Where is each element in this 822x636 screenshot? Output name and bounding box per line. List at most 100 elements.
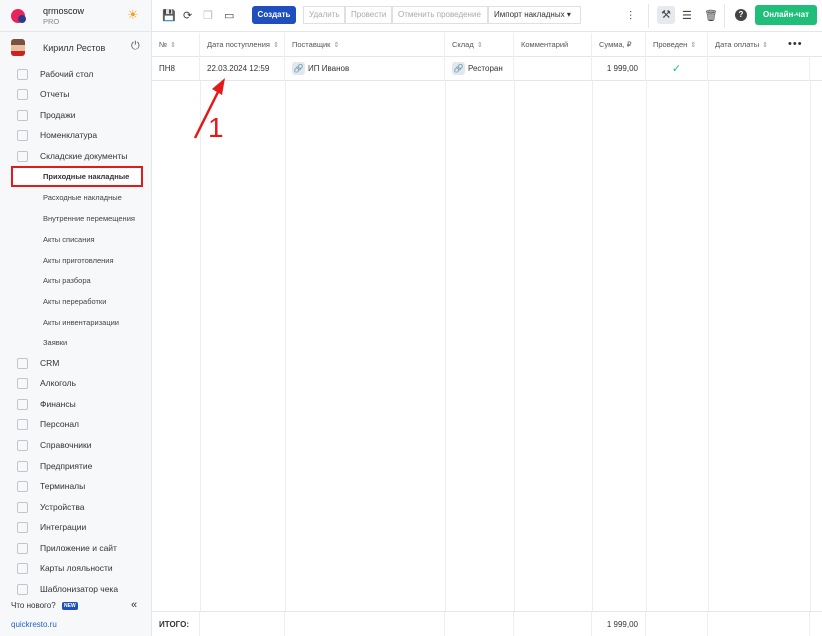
import-label: Импорт накладных [494, 10, 565, 19]
sidebar-item-enterprise[interactable]: Предприятие [0, 456, 152, 476]
sidebar-item-label: Устройства [40, 502, 85, 512]
column-header-label: Сумма, ₽ [599, 40, 632, 49]
column-header-date[interactable]: Дата поступления ⇕ [200, 33, 285, 57]
sidebar-subitem-internal-transfers[interactable]: Внутренние перемещения [0, 208, 152, 228]
delete-button[interactable]: Удалить [303, 6, 345, 24]
sidebar-subitem-cooking-acts[interactable]: Акты приготовления [0, 250, 152, 270]
column-header-sum[interactable]: Сумма, ₽ [592, 33, 646, 57]
sidebar: qrmoscow PRO ☀ Кирилл Рестов ⏻ Рабочий с… [0, 0, 152, 636]
sidebar-subitem-processing-acts[interactable]: Акты переработки [0, 291, 152, 311]
supplier-name[interactable]: ИП Иванов [308, 64, 349, 73]
trash-icon[interactable]: 🗑 [704, 8, 718, 24]
table-header: № ⇕ Дата поступления ⇕ Поставщик ⇕ Склад ⇕ К… [152, 33, 822, 57]
sidebar-item-crm[interactable]: CRM [0, 353, 152, 373]
sidebar-item-loyalty-cards[interactable]: Карты лояльности [0, 558, 152, 578]
link-icon[interactable]: 🔗 [452, 62, 465, 76]
sidebar-subitem-writeoff-acts[interactable]: Акты списания [0, 229, 152, 249]
sidebar-item-app-and-site[interactable]: Приложение и сайт [0, 538, 152, 558]
whats-new-link[interactable]: Что нового? [11, 601, 56, 610]
column-divider [810, 81, 811, 612]
cell-sum: 1 999,00 [592, 57, 646, 81]
sidebar-item-nomenclature[interactable]: Номенклатура [0, 125, 152, 145]
sidebar-item-devices[interactable]: Устройства [0, 497, 152, 517]
column-divider [445, 81, 446, 612]
receipt-icon [17, 584, 28, 595]
sidebar-subitem-label: Акты разбора [43, 276, 91, 285]
sun-icon[interactable]: ☀ [127, 8, 139, 21]
sort-icon: ⇕ [333, 42, 340, 49]
sidebar-subitem-incoming-invoices[interactable]: Приходные накладные [11, 166, 143, 187]
sidebar-item-finance[interactable]: Финансы [0, 394, 152, 414]
sidebar-subitem-outgoing-invoices[interactable]: Расходные накладные [0, 187, 152, 207]
sidebar-subitem-label: Заявки [43, 338, 68, 347]
list-icon[interactable]: ☰ [682, 8, 692, 24]
unpost-button[interactable]: Отменить проведение [392, 6, 488, 24]
app-icon [17, 543, 28, 554]
column-header-number[interactable]: № ⇕ [152, 33, 200, 57]
sidebar-item-receipt-templates[interactable]: Шаблонизатор чека [0, 579, 152, 599]
online-chat-button[interactable]: Онлайн-чат [755, 5, 817, 25]
sidebar-item-reports[interactable]: Отчеты [0, 84, 152, 104]
save-icon[interactable]: 💾 [162, 8, 176, 24]
column-settings-icon[interactable]: ⫶ [629, 8, 632, 24]
sidebar-item-label: Шаблонизатор чека [40, 584, 119, 594]
column-header-label: Комментарий [521, 40, 569, 49]
post-button[interactable]: Провести [345, 6, 392, 24]
sidebar-subitem-inventory-acts[interactable]: Акты инвентаризации [0, 312, 152, 332]
column-header-label: № [159, 40, 168, 49]
avatar[interactable] [11, 39, 25, 56]
sidebar-item-label: Складские документы [40, 151, 128, 161]
toolbar-divider [648, 4, 649, 28]
sidebar-item-label: Предприятие [40, 461, 93, 471]
tools-icon[interactable]: ⚒ [657, 6, 675, 24]
column-header-warehouse[interactable]: Склад ⇕ [445, 33, 514, 57]
sidebar-item-sales[interactable]: Продажи [0, 105, 152, 125]
column-header-supplier[interactable]: Поставщик ⇕ [285, 33, 445, 57]
sidebar-item-terminals[interactable]: Терминалы [0, 476, 152, 496]
tag-icon [17, 130, 28, 141]
refresh-icon[interactable]: ⟳ [183, 8, 192, 24]
sidebar-item-integrations[interactable]: Интеграции [0, 517, 152, 537]
warehouse-name[interactable]: Ресторан [468, 64, 503, 73]
table-row[interactable]: ПН8 22.03.2024 12:59 🔗 ИП Иванов 🔗 Рестора… [152, 57, 822, 81]
inbox-icon[interactable]: ▭ [224, 8, 234, 24]
sidebar-subitem-label: Расходные накладные [43, 193, 122, 202]
column-header-comment[interactable]: Комментарий [514, 33, 592, 57]
sidebar-item-dashboard[interactable]: Рабочий стол [0, 64, 152, 84]
column-header-posted[interactable]: Проведен ⇕ [646, 33, 708, 57]
column-divider [708, 81, 709, 612]
import-dropdown[interactable]: Импорт накладных ▾ [488, 6, 581, 24]
column-divider [285, 81, 286, 612]
sidebar-subitem-requests[interactable]: Заявки [0, 332, 152, 352]
sidebar-subitem-label: Акты переработки [43, 297, 107, 306]
user-name: Кирилл Рестов [43, 43, 106, 53]
invoices-table: № ⇕ Дата поступления ⇕ Поставщик ⇕ Склад ⇕ К… [152, 33, 822, 636]
device-icon [17, 502, 28, 513]
sidebar-subitem-disassembly-acts[interactable]: Акты разбора [0, 270, 152, 290]
link-icon[interactable]: 🔗 [292, 62, 305, 76]
integration-icon [17, 522, 28, 533]
sidebar-item-staff[interactable]: Персонал [0, 414, 152, 434]
sidebar-item-label: Интеграции [40, 522, 87, 532]
glass-icon [17, 378, 28, 389]
sidebar-item-alcohol[interactable]: Алкоголь [0, 373, 152, 393]
column-header-pay-date[interactable]: Дата оплаты ⇕ [708, 33, 822, 57]
sidebar-item-references[interactable]: Справочники [0, 435, 152, 455]
brand-name: qrmoscow [43, 6, 85, 16]
brand[interactable]: qrmoscow PRO ☀ [0, 0, 152, 32]
collapse-sidebar-icon[interactable]: « [131, 599, 137, 611]
more-icon[interactable]: ••• [788, 33, 803, 55]
new-badge: NEW [62, 602, 78, 610]
copy-icon[interactable]: ❐ [203, 8, 213, 24]
sidebar-item-label: Алкоголь [40, 378, 77, 388]
help-icon[interactable]: ? [735, 9, 747, 21]
power-icon[interactable]: ⏻ [131, 41, 140, 52]
sidebar-subitem-label: Акты приготовления [43, 256, 114, 265]
footer-link[interactable]: quickresto.ru [11, 620, 57, 629]
sidebar-item-warehouse-docs[interactable]: Складские документы [0, 146, 152, 166]
footer-cell [646, 612, 708, 636]
toolbar: 💾 ⟳ ❐ ▭ Создать Удалить Провести Отменит… [152, 0, 822, 32]
create-button[interactable]: Создать [252, 6, 296, 24]
card-icon [17, 563, 28, 574]
cell-warehouse: 🔗 Ресторан [445, 57, 514, 81]
